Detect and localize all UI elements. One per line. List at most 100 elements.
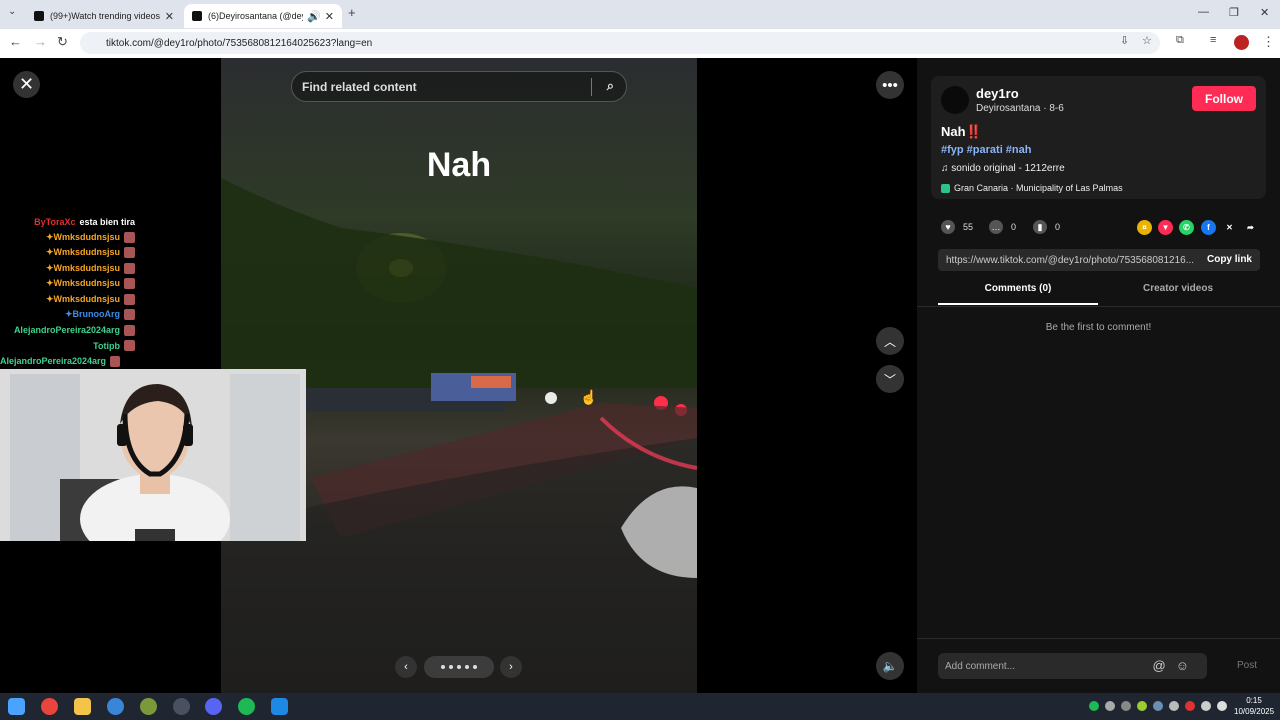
slide-pager[interactable]	[424, 656, 494, 678]
close-tab-icon[interactable]: ✕	[325, 10, 334, 23]
whatsapp-icon[interactable]: ✆	[1179, 220, 1194, 235]
audio-icon[interactable]: 🔊	[307, 10, 321, 23]
post-link-field[interactable]: https://www.tiktok.com/@dey1ro/photo/753…	[938, 249, 1260, 271]
tray-discord-icon[interactable]	[1105, 701, 1115, 711]
prev-video-icon[interactable]: ︿	[876, 327, 904, 355]
chrome-profile-icon[interactable]	[107, 698, 124, 715]
location-icon	[941, 184, 950, 194]
search-icon[interactable]: ⌕	[607, 78, 614, 94]
tab-deyirosantana[interactable]: (6)Deyirosantana (@dey1ro 🔊 ✕	[184, 4, 342, 28]
chat-row: Totipb	[0, 338, 220, 354]
discord-icon[interactable]	[205, 698, 222, 715]
restore-icon[interactable]: ❐	[1229, 6, 1239, 19]
obs-icon[interactable]	[173, 698, 190, 715]
spotify-icon[interactable]	[238, 698, 255, 715]
next-video-icon[interactable]: ﹀	[876, 365, 904, 393]
tab-trending[interactable]: (99+)Watch trending videos fo ✕	[26, 4, 182, 28]
url-field[interactable]: tiktok.com/@dey1ro/photo/753568081216402…	[80, 32, 1160, 54]
next-slide-icon[interactable]: ›	[500, 656, 522, 678]
windows-taskbar: 0:15 10/09/2025	[0, 693, 1280, 720]
chat-user: AlejandroPereira2024arg	[13, 325, 120, 336]
tray-display-icon[interactable]	[1201, 701, 1211, 711]
engagement-bar: ♥ 55 … 0 ▮ 0 ¤ ▼ ✆ f ✕ ➦	[941, 218, 1261, 238]
tab-creator-videos[interactable]: Creator videos	[1098, 283, 1258, 305]
tray-app-icon[interactable]	[1137, 701, 1147, 711]
close-tab-icon[interactable]: ✕	[165, 10, 174, 23]
tray-chevron-icon[interactable]	[1121, 701, 1131, 711]
bookmark-icon: ▮	[1033, 220, 1047, 234]
post-caption: Nah‼️	[941, 124, 982, 139]
volume-icon[interactable]: 🔈	[876, 652, 904, 680]
facebook-icon[interactable]: f	[1201, 220, 1216, 235]
media-icon[interactable]: ≡	[1210, 34, 1216, 46]
location-row[interactable]: Gran Canaria · Municipality of Las Palma…	[941, 183, 1123, 194]
emote-icon	[124, 340, 135, 352]
file-explorer-icon[interactable]	[74, 698, 91, 715]
forward-icon[interactable]: →	[34, 34, 47, 49]
bookmark-star-icon[interactable]: ☆	[1142, 34, 1152, 47]
time-text: 0:15	[1246, 696, 1262, 705]
location-text: Gran Canaria · Municipality of Las Palma…	[954, 183, 1123, 193]
chat-row: AlejandroPereira2024arg	[0, 323, 220, 339]
tray-security-icon[interactable]	[1185, 701, 1195, 711]
reload-icon[interactable]: ↻	[57, 34, 68, 50]
calculator-icon[interactable]	[271, 698, 288, 715]
menu-icon[interactable]: ⋮	[1262, 34, 1275, 50]
clock[interactable]: 0:15 10/09/2025	[1234, 695, 1274, 717]
emote-icon	[124, 262, 135, 274]
emote-icon	[110, 355, 120, 367]
chrome-icon[interactable]	[41, 698, 58, 715]
tray-spotify-icon[interactable]	[1089, 701, 1099, 711]
start-icon[interactable]	[8, 698, 25, 715]
prev-slide-icon[interactable]: ‹	[395, 656, 417, 678]
post-info-card: dey1ro Deyirosantana · 8-6 Follow Nah‼️ …	[931, 76, 1266, 199]
pager-dot	[449, 665, 453, 669]
save-action[interactable]: ▮ 0	[1033, 220, 1060, 234]
repost-icon[interactable]: ▼	[1158, 220, 1173, 235]
related-search-input[interactable]: Find related content ⌕	[291, 71, 627, 102]
url-text: tiktok.com/@dey1ro/photo/753568081216402…	[106, 37, 373, 49]
post-comment-button[interactable]: Post	[1237, 660, 1257, 671]
copy-link-button[interactable]: Copy link	[1207, 254, 1252, 265]
comment-input[interactable]: Add comment... @☺	[938, 653, 1207, 679]
streamer-webcam	[0, 369, 306, 541]
slide-text-overlay: Nah	[426, 146, 492, 184]
app-icon[interactable]	[140, 698, 157, 715]
share-icon[interactable]: ➦	[1243, 220, 1258, 235]
tab-comments[interactable]: Comments (0)	[938, 283, 1098, 305]
comment-placeholder: Add comment...	[945, 660, 1016, 672]
tray-volume-icon[interactable]	[1217, 701, 1227, 711]
like-action[interactable]: ♥ 55	[941, 220, 973, 234]
tray-steam-icon[interactable]	[1153, 701, 1163, 711]
back-icon[interactable]: ←	[9, 34, 22, 49]
chat-user: ByToraXc	[34, 216, 76, 227]
follow-button[interactable]: Follow	[1192, 86, 1256, 111]
tray-bluetooth-icon[interactable]	[1169, 701, 1179, 711]
profile-avatar[interactable]	[1234, 35, 1249, 50]
emote-icon	[124, 324, 135, 336]
tab-search-icon[interactable]: ⌄	[8, 6, 16, 17]
more-options-icon[interactable]: •••	[876, 71, 904, 99]
install-icon[interactable]: ⇩	[1120, 34, 1129, 47]
hashtags[interactable]: #fyp #parati #nah	[941, 144, 1031, 156]
avatar[interactable]	[941, 86, 969, 114]
chat-row: ✦BrunooArg	[0, 307, 220, 323]
pager-dot	[441, 665, 445, 669]
new-tab-icon[interactable]: +	[348, 5, 356, 20]
chat-user: ✦Wmksdudnsjsu	[45, 247, 120, 258]
close-window-icon[interactable]: ✕	[1260, 6, 1269, 19]
chat-row: ByToraXc esta bien tira	[0, 214, 220, 230]
extensions-icon[interactable]: ⧉	[1176, 34, 1184, 47]
like-count: 55	[963, 222, 974, 232]
username[interactable]: dey1ro	[976, 86, 1019, 101]
pager-dot	[465, 665, 469, 669]
music-row[interactable]: ♫ sonido original - 1212erre	[941, 163, 1065, 174]
mention-emoji-icons[interactable]: @☺	[1153, 658, 1199, 673]
close-viewer-icon[interactable]: ✕	[13, 71, 40, 98]
comment-action[interactable]: … 0	[989, 220, 1016, 234]
chat-row: ✦Wmksdudnsjsu	[0, 261, 220, 277]
coin-icon[interactable]: ¤	[1137, 220, 1152, 235]
minimize-icon[interactable]: —	[1198, 6, 1209, 18]
comment-count: 0	[1011, 222, 1017, 232]
x-icon[interactable]: ✕	[1222, 220, 1237, 235]
